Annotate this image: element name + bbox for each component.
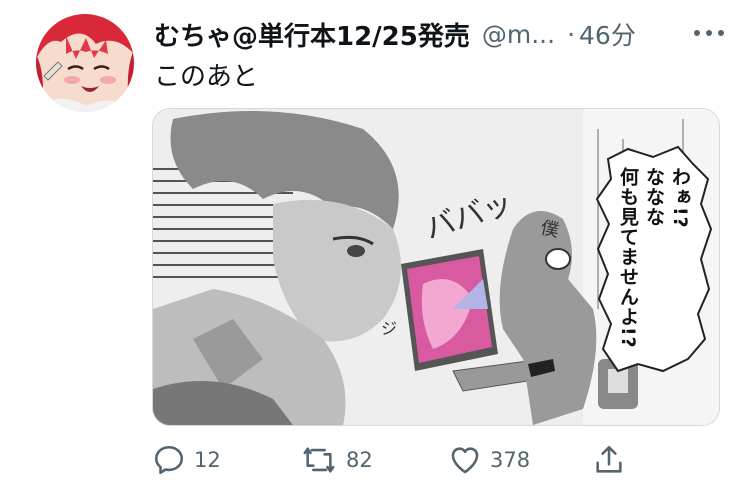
reply-count: 12 <box>194 448 221 472</box>
tweet-text: このあと <box>154 62 259 92</box>
avatar[interactable] <box>36 14 134 112</box>
retweet-count: 82 <box>346 448 373 472</box>
more-options-icon[interactable] <box>684 20 724 46</box>
anime-avatar-icon <box>36 14 134 112</box>
speech-line-3: 何も見てませんよ!? <box>617 167 639 349</box>
reply-button[interactable]: 12 <box>152 440 221 480</box>
timestamp[interactable]: 46分 <box>579 16 636 52</box>
share-button[interactable] <box>592 440 626 480</box>
tweet[interactable]: むちゃ@単行本12/25発売 @m... · 46分 このあと わぁ!? ななな… <box>0 0 750 492</box>
display-name[interactable]: むちゃ@単行本12/25発売 <box>154 16 470 53</box>
share-icon <box>596 445 622 473</box>
tweet-header: むちゃ@単行本12/25発売 @m... · 46分 <box>154 14 724 54</box>
speech-line-1: わぁ!? <box>669 167 691 229</box>
like-button[interactable]: 378 <box>448 440 530 480</box>
sound-effect-small: ジ <box>381 319 398 338</box>
reply-icon <box>154 445 184 475</box>
retweet-icon <box>303 447 335 473</box>
retweet-button[interactable]: 82 <box>300 440 373 480</box>
speech-bubble-text: わぁ!? ななな 何も見てませんよ!? <box>615 167 693 367</box>
tweet-media-image[interactable]: わぁ!? ななな 何も見てませんよ!? ババッ ジ 僕 <box>152 108 720 426</box>
tweet-actions: 12 82 378 <box>152 440 632 480</box>
speech-line-2: ななな <box>643 167 665 227</box>
like-count: 378 <box>490 448 531 472</box>
heart-icon <box>451 447 479 474</box>
separator-dot: · <box>567 19 576 49</box>
user-handle[interactable]: @m... <box>482 20 555 49</box>
